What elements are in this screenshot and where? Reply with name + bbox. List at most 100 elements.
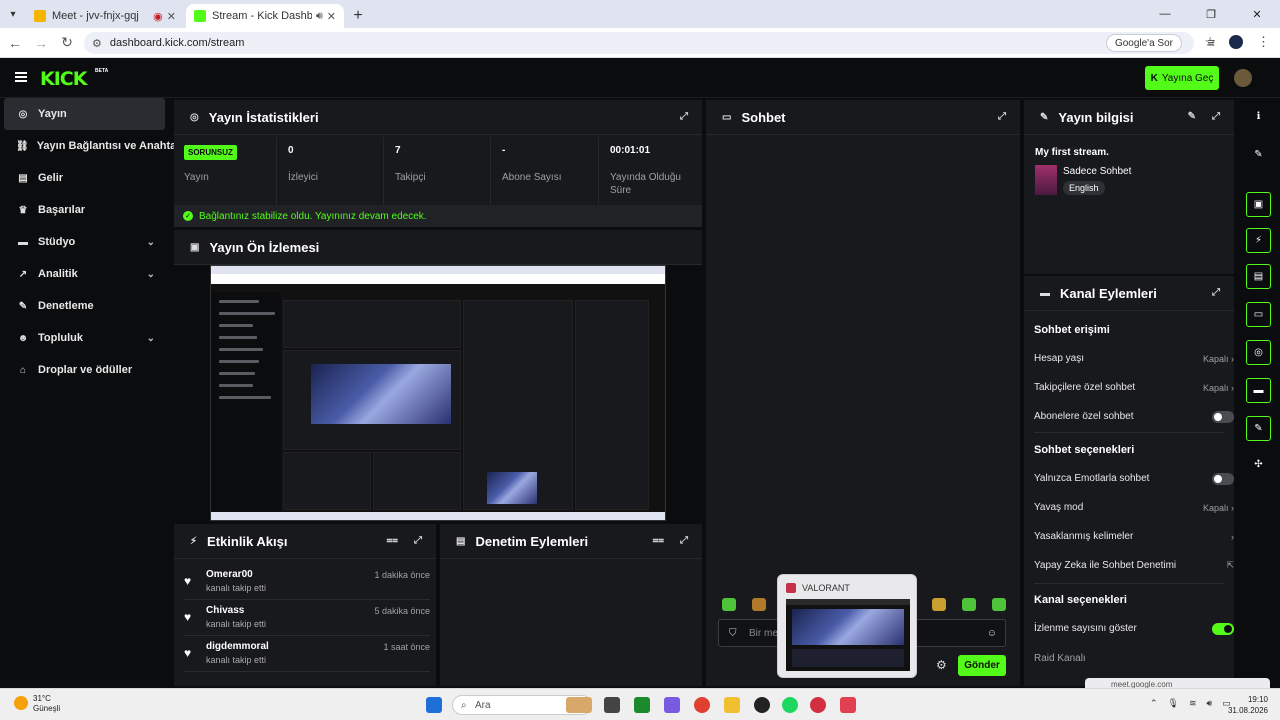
maximize-button[interactable]: ❐: [1188, 0, 1234, 28]
heart-icon: ♥: [184, 610, 192, 624]
emote-icon[interactable]: [722, 598, 736, 611]
sidebar-item-stream-key[interactable]: ⛓ Yayın Bağlantısı ve Anahtarı: [4, 130, 184, 162]
url-field[interactable]: ⚙︎ dashboard.kick.com/stream Google'a So…: [84, 32, 1216, 54]
xbox-icon[interactable]: [634, 697, 650, 713]
forward-icon[interactable]: →: [28, 35, 54, 51]
chat-settings-gear-icon[interactable]: ⚙: [936, 658, 947, 672]
tab-search-icon[interactable]: ▾: [0, 0, 26, 28]
emote-icon[interactable]: [962, 598, 976, 611]
tab-meet[interactable]: Meet - jvv-fnjx-gqj ◉ ✕: [26, 4, 184, 28]
site-info-icon[interactable]: ⚙︎: [92, 37, 102, 50]
emote-icon[interactable]: [752, 598, 766, 611]
expand-icon[interactable]: ⤢: [680, 535, 688, 546]
file-explorer-icon[interactable]: [724, 697, 740, 713]
filter-icon[interactable]: ⩵: [653, 535, 664, 546]
setting-account-age[interactable]: Hesap yaşı Kapalı ›: [1034, 344, 1234, 373]
subscribers-only-toggle[interactable]: [1212, 410, 1234, 423]
widgets-icon[interactable]: [566, 697, 592, 713]
clock[interactable]: 19:10 31.08.2026: [1228, 694, 1268, 716]
mic-icon[interactable]: 🎙︎: [1168, 698, 1179, 709]
document-icon: ▤: [456, 535, 466, 547]
chrome-icon[interactable]: [694, 697, 710, 713]
taskbar-hover-preview[interactable]: VALORANT: [777, 574, 917, 678]
emote-only-toggle[interactable]: [1212, 472, 1234, 485]
expand-icon[interactable]: ⤢: [998, 111, 1006, 122]
sidebar-item-label: Denetleme: [38, 300, 94, 312]
setting-followers-only[interactable]: Takipçilere özel sohbet Kapalı ›: [1034, 373, 1234, 402]
expand-icon[interactable]: ⤢: [1212, 111, 1220, 122]
chevron-up-icon[interactable]: ⌃: [1150, 698, 1158, 709]
setting-banned-words[interactable]: Yasaklanmış kelimeler ›: [1034, 522, 1234, 551]
kick-logo[interactable]: KICK: [40, 68, 87, 90]
minimize-button[interactable]: —: [1142, 0, 1188, 28]
apps-icon[interactable]: ✣: [1246, 452, 1271, 477]
sidebar-item-topluluk[interactable]: ☻ Topluluk ⌄: [4, 322, 165, 354]
copilot-icon[interactable]: [664, 697, 680, 713]
expand-icon[interactable]: ⤢: [680, 111, 688, 122]
sidebar-item-denetleme[interactable]: ✎ Denetleme: [4, 290, 165, 322]
chat-icon[interactable]: ▭: [1246, 302, 1271, 327]
valorant-taskbar-icon[interactable]: [840, 697, 856, 713]
preview-title: Yayın Ön İzlemesi: [209, 239, 320, 255]
edit-icon[interactable]: ✎: [1246, 142, 1271, 167]
setting-slow-mode[interactable]: Yavaş mod Kapalı ›: [1034, 493, 1234, 522]
user-avatar[interactable]: [1234, 69, 1252, 87]
show-viewcount-toggle[interactable]: [1212, 622, 1234, 635]
close-tab-icon[interactable]: ✕: [167, 10, 176, 23]
sidebar-item-gelir[interactable]: ▤ Gelir: [4, 162, 165, 194]
wrench-icon[interactable]: ✎: [1246, 416, 1271, 441]
back-icon[interactable]: ←: [2, 35, 28, 51]
expand-icon[interactable]: ⤢: [1212, 287, 1220, 298]
media-control-icon[interactable]: ≡: [1207, 35, 1215, 50]
stream-category[interactable]: Sadece Sohbet: [1063, 166, 1131, 177]
document-icon[interactable]: ▤: [1246, 264, 1271, 289]
emote-icon[interactable]: [992, 598, 1006, 611]
stat-value: -: [502, 145, 506, 156]
go-live-button[interactable]: K Yayına Geç: [1145, 66, 1219, 90]
channel-icon[interactable]: ▬: [1246, 378, 1271, 403]
lightning-icon[interactable]: ⚡︎: [1246, 228, 1271, 253]
sidebar-item-droplar[interactable]: ⌂ Droplar ve ödüller: [4, 354, 165, 386]
volume-icon[interactable]: 🔊︎: [1207, 698, 1213, 709]
sidebar-item-analitik[interactable]: ↗ Analitik ⌄: [4, 258, 165, 290]
tab-kick[interactable]: Stream - Kick Dashboard 🔊︎ ✕: [186, 4, 344, 28]
expand-icon[interactable]: ⤢: [414, 535, 422, 546]
sidebar-item-yayin[interactable]: ◎ Yayın: [4, 98, 165, 130]
filter-icon[interactable]: ⩵: [387, 535, 398, 546]
video-icon[interactable]: ▣: [1246, 192, 1271, 217]
event-username[interactable]: digdemmoral: [206, 641, 269, 652]
app-icon[interactable]: [810, 697, 826, 713]
target-icon[interactable]: ◎: [1246, 340, 1271, 365]
reload-icon[interactable]: ↻: [54, 34, 80, 51]
obs-icon[interactable]: [754, 697, 770, 713]
wifi-icon[interactable]: ≋: [1189, 698, 1197, 709]
weather-widget[interactable]: 31°C Güneşli: [33, 694, 60, 714]
sidebar-item-basarilar[interactable]: ♛ Başarılar: [4, 194, 165, 226]
spotify-icon[interactable]: [782, 697, 798, 713]
event-username[interactable]: Omerar00: [206, 569, 253, 580]
menu-icon[interactable]: [15, 72, 27, 82]
sun-icon[interactable]: [14, 696, 28, 710]
info-icon[interactable]: ℹ: [1246, 104, 1271, 129]
emoji-icon[interactable]: ☺: [987, 628, 997, 639]
audio-icon[interactable]: 🔊︎: [316, 10, 323, 23]
target-icon: ◎: [190, 111, 199, 123]
close-window-button[interactable]: ✕: [1234, 0, 1280, 28]
emote-icon[interactable]: [932, 598, 946, 611]
profile-avatar[interactable]: [1229, 35, 1243, 49]
taskbar-search-label: Ara: [475, 699, 491, 711]
close-tab-icon[interactable]: ✕: [327, 10, 336, 23]
setting-raid-channel[interactable]: Raid Kanalı: [1034, 644, 1224, 673]
stream-preview-video[interactable]: [210, 265, 666, 521]
task-view-icon[interactable]: [604, 697, 620, 713]
edit-icon[interactable]: ✎: [1188, 111, 1196, 122]
event-username[interactable]: Chivass: [206, 605, 244, 616]
clock-time: 19:10: [1247, 695, 1268, 704]
more-menu-icon[interactable]: ⋮: [1257, 34, 1270, 50]
new-tab-button[interactable]: +: [346, 4, 370, 28]
sidebar-item-studyo[interactable]: ▬ Stüdyo ⌄: [4, 226, 165, 258]
setting-ai-moderation[interactable]: Yapay Zeka ile Sohbet Denetimi ⇱: [1034, 551, 1234, 580]
windows-start-icon[interactable]: [426, 697, 442, 713]
google-sor-button[interactable]: Google'a Sor: [1105, 34, 1182, 52]
send-button[interactable]: Gönder: [958, 655, 1006, 676]
